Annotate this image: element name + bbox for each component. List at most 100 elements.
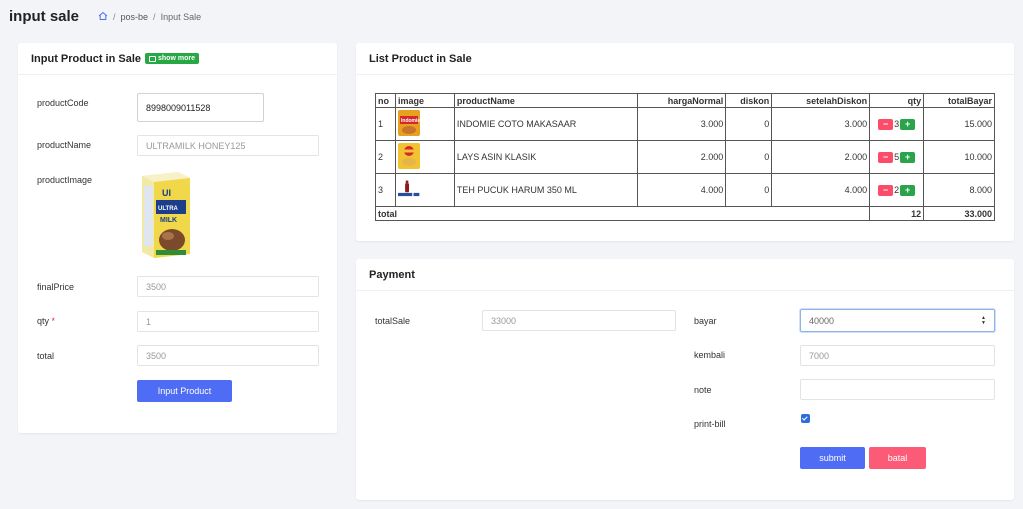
page-title: input sale <box>9 8 80 25</box>
svg-text:ULTRA: ULTRA <box>158 206 179 212</box>
product-table: no image productName hargaNormal diskon … <box>374 93 995 221</box>
list-product-card: List Product in Sale no image productNam… <box>356 43 1014 241</box>
submit-button[interactable]: submit <box>800 447 865 469</box>
column-header-total-bayar: totalBayar <box>923 93 995 108</box>
teh-pucuk-bottle-image <box>397 180 420 197</box>
breadcrumb-item-input-sale: Input Sale <box>160 12 202 22</box>
kembali-label: kembali <box>694 350 726 360</box>
bayar-value: 40000 <box>809 315 835 326</box>
input-product-button[interactable]: Input Product <box>137 380 232 402</box>
payment-card-header: Payment <box>356 259 1014 291</box>
product-image-label: productImage <box>37 175 93 185</box>
input-product-card-title: Input Product in Sale <box>31 52 142 65</box>
cancel-button[interactable]: batal <box>869 447 926 469</box>
kembali-input: 7000 <box>800 345 995 366</box>
row-harga-normal: 2.000 <box>637 140 727 174</box>
svg-text:Indomie: Indomie <box>401 118 420 124</box>
row-no: 3 <box>375 173 396 207</box>
qty-input[interactable]: 1 <box>137 311 319 332</box>
row-qty-cell: − 2 + <box>869 173 925 207</box>
row-qty-cell: − 3 + <box>869 107 925 141</box>
column-header-setelah-diskon: setelahDiskon <box>771 93 871 108</box>
print-bill-label: print-bill <box>694 419 726 429</box>
required-mark: * <box>51 316 56 326</box>
indomie-package-image: Indomie <box>397 110 420 136</box>
row-total-bayar: 15.000 <box>923 107 995 141</box>
row-product-name: TEH PUCUK HARUM 350 ML <box>453 173 639 207</box>
column-header-qty: qty <box>869 93 925 108</box>
final-price-label: finalPrice <box>37 282 75 292</box>
column-header-harga-normal: hargaNormal <box>637 93 727 108</box>
breadcrumb-item-pos-be[interactable]: pos-be <box>121 12 149 22</box>
bayar-label: bayar <box>694 316 717 326</box>
note-label: note <box>694 385 712 395</box>
row-diskon: 0 <box>725 107 773 141</box>
ultramilk-carton-image: UI ULTRA MILK <box>138 170 194 260</box>
product-name-label: productName <box>37 140 92 150</box>
table-header-row: no image productName hargaNormal diskon … <box>375 93 995 108</box>
row-qty: 5 <box>894 152 900 162</box>
qty-decrease-button[interactable]: − <box>878 118 894 130</box>
product-code-label: productCode <box>37 98 89 108</box>
qty-decrease-button[interactable]: − <box>878 151 894 163</box>
row-total-bayar: 8.000 <box>923 173 995 207</box>
row-image-cell: Indomie <box>394 107 455 141</box>
payment-card: Payment totalSale 33000 bayar 40000 ▲ ▼ k… <box>356 259 1014 500</box>
input-product-card-header: Input Product in Sale show more <box>18 43 337 75</box>
column-header-diskon: diskon <box>725 93 773 108</box>
row-harga-normal: 3.000 <box>637 107 727 141</box>
number-spinner-icon[interactable]: ▲ ▼ <box>981 315 986 326</box>
show-more-button[interactable]: show more <box>145 53 199 64</box>
row-image-cell <box>394 140 455 174</box>
qty-label-text: qty <box>37 316 50 326</box>
total-row-label: total <box>374 206 871 221</box>
row-setelah-diskon: 3.000 <box>771 107 871 141</box>
input-product-card: Input Product in Sale show more productC… <box>18 43 337 433</box>
row-product-name: INDOMIE COTO MAKASAAR <box>453 107 639 141</box>
list-product-card-title: List Product in Sale <box>369 52 472 65</box>
lays-package-image <box>397 143 420 169</box>
show-more-label: show more <box>158 55 195 62</box>
table-row: 2 LAYS ASIN KLASIK 2.000 0 2.000 − 5 + 1… <box>375 140 995 174</box>
column-header-product-name: productName <box>453 93 639 108</box>
breadcrumb: / pos-be / Input Sale <box>98 11 201 23</box>
list-product-card-header: List Product in Sale <box>356 43 1014 75</box>
svg-text:UI: UI <box>162 188 171 198</box>
row-image-cell <box>394 173 455 207</box>
svg-text:MILK: MILK <box>160 217 177 224</box>
product-code-input[interactable]: 8998009011528 <box>137 93 264 122</box>
qty-increase-button[interactable]: + <box>900 184 916 196</box>
row-setelah-diskon: 4.000 <box>771 173 871 207</box>
row-diskon: 0 <box>725 140 773 174</box>
total-sale-label: totalSale <box>375 316 411 326</box>
row-total-bayar: 10.000 <box>923 140 995 174</box>
final-price-input: 3500 <box>137 276 319 297</box>
column-header-image: image <box>394 93 455 108</box>
qty-increase-button[interactable]: + <box>900 151 916 163</box>
total-row-qty: 12 <box>869 206 925 221</box>
breadcrumb-separator: / <box>153 12 156 22</box>
qty-label: qty * <box>37 316 55 326</box>
row-qty-cell: − 5 + <box>869 140 925 174</box>
qty-decrease-button[interactable]: − <box>878 184 894 196</box>
total-row-total-bayar: 33.000 <box>923 206 995 221</box>
qty-increase-button[interactable]: + <box>900 118 916 130</box>
row-qty: 2 <box>894 185 900 195</box>
print-bill-checkbox[interactable] <box>801 414 810 423</box>
row-diskon: 0 <box>725 173 773 207</box>
product-name-input: ULTRAMILK HONEY125 <box>137 135 319 156</box>
table-row: 1 Indomie INDOMIE COTO MAKASAAR 3.000 0 … <box>375 107 995 141</box>
total-label: total <box>37 351 55 361</box>
list-icon <box>149 55 157 62</box>
row-no: 1 <box>375 107 396 141</box>
row-no: 2 <box>375 140 396 174</box>
row-qty: 3 <box>894 119 900 129</box>
bayar-input[interactable]: 40000 ▲ ▼ <box>800 309 995 332</box>
payment-card-title: Payment <box>369 268 415 281</box>
row-product-name: LAYS ASIN KLASIK <box>453 140 639 174</box>
row-harga-normal: 4.000 <box>637 173 727 207</box>
total-sale-input: 33000 <box>482 310 676 331</box>
total-input: 3500 <box>137 345 319 366</box>
note-input[interactable] <box>800 379 995 400</box>
home-icon[interactable] <box>98 11 108 23</box>
